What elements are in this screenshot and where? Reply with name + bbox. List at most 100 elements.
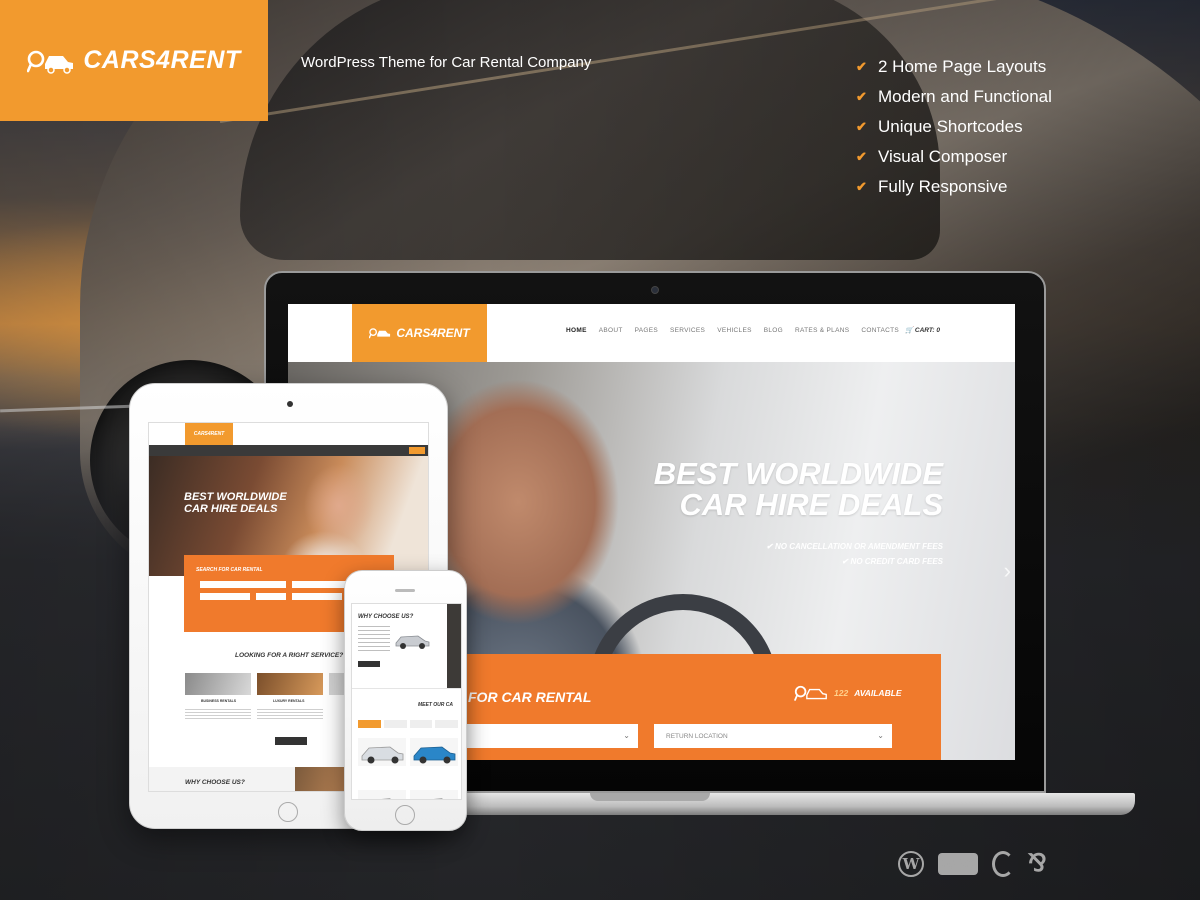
phone-more-button[interactable] xyxy=(358,661,380,667)
car-key-logo-icon xyxy=(369,328,391,339)
tablet-search-field[interactable] xyxy=(256,593,286,600)
revolution-slider-icon xyxy=(992,850,1014,877)
phone-filter-tab[interactable] xyxy=(435,720,458,728)
nav-contacts[interactable]: CONTACTS xyxy=(861,327,899,334)
brand-name: CARS4RENT xyxy=(83,46,241,74)
phone-car-card[interactable] xyxy=(410,790,458,799)
tagline: WordPress Theme for Car Rental Company xyxy=(301,54,592,71)
tablet-card-image[interactable] xyxy=(185,673,251,695)
tablet-nav xyxy=(149,445,428,456)
wordpress-icon: W xyxy=(898,850,924,877)
available-count: 122 xyxy=(834,688,849,698)
hero-point: ✔ NO CREDIT CARD FEES xyxy=(841,557,943,566)
nav-pages[interactable]: PAGES xyxy=(635,327,658,334)
phone-filter-tab[interactable] xyxy=(358,720,381,728)
tablet-search-field[interactable] xyxy=(200,581,286,588)
nav-home[interactable]: HOME xyxy=(566,327,587,334)
phone-divider xyxy=(352,688,461,689)
tablet-camera xyxy=(287,401,293,407)
car-image-icon xyxy=(361,746,404,764)
feature-label: Modern and Functional xyxy=(878,87,1052,106)
hero-point-text: NO CANCELLATION OR AMENDMENT FEES xyxy=(775,542,943,551)
phone-speaker xyxy=(395,589,415,592)
hero-title-line: CAR HIRE DEALS xyxy=(679,487,943,522)
phone-car-card[interactable] xyxy=(358,738,406,766)
feature-label: 2 Home Page Layouts xyxy=(878,57,1047,76)
car-image-icon xyxy=(413,746,456,764)
car-search-icon xyxy=(794,685,827,701)
phone-text-lines xyxy=(358,626,390,652)
feature-label: Unique Shortcodes xyxy=(878,117,1023,136)
car-search-box: FOR CAR RENTAL 122 AVAILABLE N ⌄ RETURN … xyxy=(438,654,941,760)
check-icon: ✔ xyxy=(856,89,867,104)
phone-meet-title: MEET OUR CA xyxy=(418,702,453,708)
feature-item: ✔ Fully Responsive xyxy=(856,172,1052,202)
phone-car-card[interactable] xyxy=(358,790,406,799)
tablet-hero-title-line: CAR HIRE DEALS xyxy=(184,503,278,515)
tablet-home-button xyxy=(278,802,298,822)
cart-link[interactable]: 🛒 CART: 0 xyxy=(905,326,940,334)
available-label: AVAILABLE xyxy=(854,688,902,698)
nav-about[interactable]: ABOUT xyxy=(599,327,623,334)
return-location-select[interactable]: RETURN LOCATION ⌄ xyxy=(654,724,892,748)
car-image-icon xyxy=(381,798,391,799)
tablet-card-label: LUXURY RENTALS xyxy=(273,699,305,703)
feature-item: ✔ Visual Composer xyxy=(856,142,1052,172)
tablet-card-text xyxy=(185,709,251,719)
visual-composer-icon: ⅋ xyxy=(1028,850,1047,877)
site-header: CARS4RENT HOME ABOUT PAGES SERVICES VEHI… xyxy=(288,304,1015,362)
tablet-search-title: SEARCH FOR CAR RENTAL xyxy=(196,567,263,573)
tablet-logo[interactable]: CARS4RENT xyxy=(185,423,233,445)
phone-side-image xyxy=(447,604,461,688)
check-icon: ✔ xyxy=(856,149,867,164)
tablet-topbar: CARS4RENT xyxy=(149,423,428,445)
woocommerce-icon: WOO xyxy=(938,852,978,875)
nav-vehicles[interactable]: VEHICLES xyxy=(717,327,752,334)
tablet-hero-title-line: BEST WORLDWIDE xyxy=(184,491,287,503)
nav-services[interactable]: SERVICES xyxy=(670,327,705,334)
phone-why-title: WHY CHOOSE US? xyxy=(358,614,414,620)
phone-home-button xyxy=(395,805,415,825)
slider-next-arrow-icon[interactable]: › xyxy=(1004,558,1011,584)
nav-blog[interactable]: BLOG xyxy=(764,327,783,334)
hero-points: ✔ NO CANCELLATION OR AMENDMENT FEES ✔ NO… xyxy=(766,542,943,572)
tablet-section-title: LOOKING FOR A RIGHT SERVICE? xyxy=(235,652,344,659)
site-nav: HOME ABOUT PAGES SERVICES VEHICLES BLOG … xyxy=(566,327,899,334)
feature-item: ✔ Modern and Functional xyxy=(856,82,1052,112)
hero-point-text: NO CREDIT CARD FEES xyxy=(850,557,943,566)
tech-icons: W WOO ⅋ xyxy=(898,849,1047,878)
car-image-icon xyxy=(395,635,430,649)
cart-label: CART: 0 xyxy=(914,327,940,334)
site-logo-text: CARS4RENT xyxy=(396,326,470,340)
nav-rates-plans[interactable]: RATES & PLANS xyxy=(795,327,849,334)
feature-label: Fully Responsive xyxy=(878,177,1008,196)
search-title: FOR CAR RENTAL xyxy=(468,689,592,705)
tablet-search-field[interactable] xyxy=(292,593,342,600)
check-icon: ✔ xyxy=(856,59,867,74)
tablet-why-title: WHY CHOOSE US? xyxy=(185,779,245,786)
available-counter: 122 AVAILABLE xyxy=(794,684,902,702)
tablet-search-field[interactable] xyxy=(200,593,250,600)
cart-icon: 🛒 xyxy=(905,327,914,334)
chevron-down-icon: ⌄ xyxy=(623,731,630,740)
pickup-location-select[interactable]: N ⌄ xyxy=(438,724,638,748)
tablet-card-label: BUSINESS RENTALS xyxy=(201,699,237,703)
feature-item: ✔ Unique Shortcodes xyxy=(856,112,1052,142)
hero-point: ✔ NO CANCELLATION OR AMENDMENT FEES xyxy=(766,542,943,551)
tablet-more-button[interactable] xyxy=(275,737,307,745)
chevron-down-icon: ⌄ xyxy=(877,731,884,740)
tablet-card-image[interactable] xyxy=(257,673,323,695)
tablet-card-text xyxy=(257,709,323,719)
phone-screen: WHY CHOOSE US? MEET OUR CA xyxy=(351,603,462,800)
tablet-hero-title: BEST WORLDWIDE CAR HIRE DEALS xyxy=(184,491,287,515)
tablet-nav-button[interactable] xyxy=(409,447,425,454)
phone-filter-tab[interactable] xyxy=(409,720,433,728)
car-key-logo-icon xyxy=(27,50,74,74)
check-icon: ✔ xyxy=(856,119,867,134)
site-logo[interactable]: CARS4RENT xyxy=(352,304,487,362)
phone-filter-tabs xyxy=(358,720,458,728)
phone-car-card[interactable] xyxy=(410,738,458,766)
phone-filter-tab[interactable] xyxy=(383,720,407,728)
brand-logo-block[interactable]: CARS4RENT xyxy=(0,0,268,121)
return-location-text: RETURN LOCATION xyxy=(666,732,728,740)
